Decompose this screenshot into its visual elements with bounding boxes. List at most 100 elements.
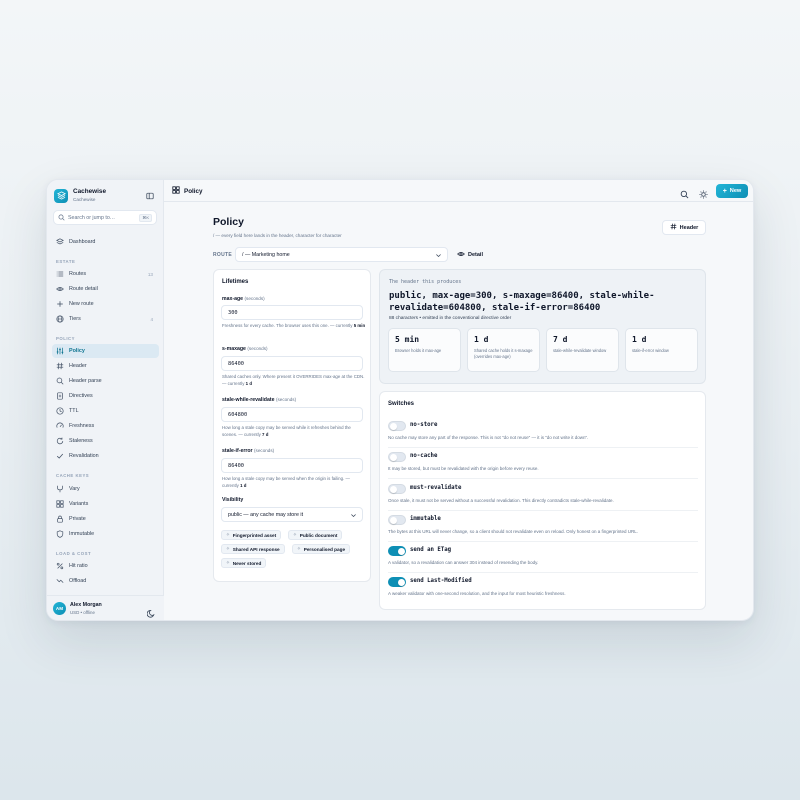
sidebar-item-label: Freshness xyxy=(69,423,95,429)
visibility-value: public — any cache may store it xyxy=(228,511,304,518)
sidebar-item-freshness[interactable]: Freshness xyxy=(52,419,159,433)
sidebar-item-vary[interactable]: Vary xyxy=(52,482,159,496)
sidebar-item-immutable[interactable]: Immutable xyxy=(52,527,159,541)
toggle-immutable[interactable] xyxy=(388,515,406,525)
sidebar: Cachewise Cachewise Search or jump to… ⌘… xyxy=(47,180,164,620)
sidebar-item-dashboard[interactable]: Dashboard xyxy=(52,235,159,249)
search-icon[interactable] xyxy=(680,186,690,199)
user-panel[interactable]: AM Alex Morgan USD • offline xyxy=(47,595,164,620)
switch-desc: A weaker validator with one-second resol… xyxy=(388,591,566,596)
header-button[interactable]: Header xyxy=(662,220,706,235)
toggle-must-revalidate[interactable] xyxy=(388,484,406,494)
sidebar-item-header[interactable]: Header xyxy=(52,359,159,373)
sidebar-item-label: Immutable xyxy=(69,531,95,537)
sidebar-item-routes[interactable]: Routes 13 xyxy=(52,267,159,281)
stale-if-error-help: How long a stale copy may be served when… xyxy=(222,476,350,488)
max-age-input[interactable]: 300 xyxy=(221,305,363,320)
switches-title: Switches xyxy=(388,401,415,407)
sidebar-toggle-icon[interactable] xyxy=(145,191,155,201)
logo-icon xyxy=(54,188,68,203)
switch-name: send Last-Modified xyxy=(410,578,472,584)
sidebar-item-ttl[interactable]: TTL xyxy=(52,404,159,418)
sun-icon[interactable] xyxy=(699,186,709,199)
switch-desc: No cache may store any part of the respo… xyxy=(388,435,589,440)
refresh-icon xyxy=(56,437,64,445)
max-age-help: Freshness for every cache. The browser u… xyxy=(222,323,366,328)
sidebar-item-new-route[interactable]: New route xyxy=(52,297,159,311)
new-button[interactable]: + New xyxy=(716,184,748,198)
divider xyxy=(388,478,698,479)
visibility-label: Visibility xyxy=(222,497,244,503)
chevron-down-icon xyxy=(350,512,357,521)
switch-name: must-revalidate xyxy=(410,485,462,491)
grid-icon xyxy=(172,186,180,196)
sidebar-item-revalidation[interactable]: Revalidation xyxy=(52,449,159,463)
sidebar-item-header-parse[interactable]: Header parse xyxy=(52,374,159,388)
stat-card: 1 d stale-if-error window xyxy=(625,328,698,372)
app-window: Cachewise Cachewise Search or jump to… ⌘… xyxy=(46,179,754,621)
stat-card: 1 d Shared cache holds it s-maxage (over… xyxy=(467,328,540,372)
header-output-panel: The header this produces public, max-age… xyxy=(379,269,706,384)
stale-while-revalidate-input[interactable]: 604800 xyxy=(221,407,363,422)
page-subtitle: / — every field here lands in the header… xyxy=(213,233,342,238)
sidebar-item-label: Vary xyxy=(69,486,80,492)
switch-name: no-cache xyxy=(410,453,438,459)
sidebar-item-variants[interactable]: Variants xyxy=(52,497,159,511)
stat-card: 7 d stale-while-revalidate window xyxy=(546,328,619,372)
trend-icon xyxy=(56,577,64,585)
stat-value: 1 d xyxy=(632,335,647,344)
section-label-estate: ESTATE xyxy=(56,259,76,264)
divider xyxy=(388,572,698,573)
toggle-no-cache[interactable] xyxy=(388,452,406,462)
brand[interactable]: Cachewise Cachewise xyxy=(54,188,106,203)
preset-chip[interactable]: ✧ Fingerprinted asset xyxy=(221,530,282,540)
sidebar-item-staleness[interactable]: Staleness xyxy=(52,434,159,448)
s-maxage-input[interactable]: 86400 xyxy=(221,356,363,371)
search-input[interactable]: Search or jump to… ⌘K xyxy=(53,210,157,225)
header-output-value: public, max-age=300, s-maxage=86400, sta… xyxy=(389,291,655,313)
tiers-count: 4 xyxy=(150,316,153,322)
list-icon xyxy=(56,270,64,278)
divider xyxy=(388,541,698,542)
preset-chip[interactable]: ✧ Public document xyxy=(288,530,343,540)
visibility-select[interactable]: public — any cache may store it xyxy=(221,507,363,522)
fork-icon xyxy=(56,485,64,493)
switch-name: immutable xyxy=(410,516,441,522)
sidebar-item-label: Hit ratio xyxy=(69,563,88,569)
switch-desc: It may be stored, but must be revalidate… xyxy=(388,466,539,471)
sidebar-item-private[interactable]: Private xyxy=(52,512,159,526)
sidebar-item-directives[interactable]: Directives xyxy=(52,389,159,403)
sidebar-item-label: Route detail xyxy=(69,286,98,292)
sidebar-item-route-detail[interactable]: Route detail xyxy=(52,282,159,296)
clock-icon xyxy=(56,407,64,415)
new-button-label: New xyxy=(729,188,742,194)
sidebar-item-policy[interactable]: Policy xyxy=(52,344,159,358)
moon-icon[interactable] xyxy=(146,605,156,618)
hash-icon xyxy=(670,223,677,232)
sparkle-icon: ✧ xyxy=(226,532,230,537)
app-name: Cachewise xyxy=(73,188,107,195)
s-maxage-help: Shared caches only. Where present it OVE… xyxy=(222,374,365,386)
sidebar-item-offload[interactable]: Offload xyxy=(52,574,159,588)
gauge-icon xyxy=(56,422,64,430)
globe-icon xyxy=(56,315,64,323)
preset-chip[interactable]: ✧ Personalised page xyxy=(292,544,351,554)
toggle-send-etag[interactable] xyxy=(388,546,406,556)
sidebar-item-tiers[interactable]: Tiers 4 xyxy=(52,312,159,326)
toggle-no-store[interactable] xyxy=(388,421,406,431)
stat-card: 5 min Browser holds it max-age xyxy=(388,328,461,372)
sidebar-item-label: Variants xyxy=(69,501,89,507)
routes-count: 13 xyxy=(147,271,153,277)
route-select[interactable]: / — Marketing home xyxy=(235,247,448,262)
detail-button[interactable]: Detail xyxy=(457,250,483,260)
stale-if-error-input[interactable]: 86400 xyxy=(221,458,363,473)
stat-value: 1 d xyxy=(474,335,489,344)
preset-chip[interactable]: ✧ Shared API response xyxy=(221,544,285,554)
toggle-send-last-modified[interactable] xyxy=(388,577,406,587)
preset-chip[interactable]: ✧ Never stored xyxy=(221,558,267,568)
avatar: AM xyxy=(53,602,66,615)
stat-desc: stale-if-error window xyxy=(632,348,669,353)
plus-icon: + xyxy=(722,187,727,195)
sidebar-item-label: Revalidation xyxy=(69,453,99,459)
sidebar-item-hit-ratio[interactable]: Hit ratio xyxy=(52,559,159,573)
